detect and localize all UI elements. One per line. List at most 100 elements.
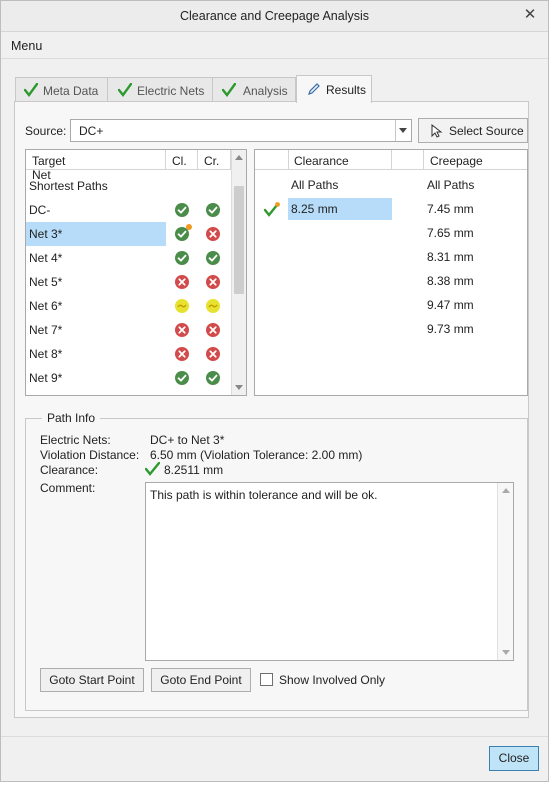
goto-end-point-button[interactable]: Goto End Point: [151, 668, 251, 692]
check-icon: [24, 83, 38, 97]
electric-nets-value: DC+ to Net 3*: [150, 433, 225, 447]
ok-status-marked-icon: [175, 224, 192, 241]
show-involved-checkbox[interactable]: [260, 673, 273, 686]
clearance-cell: [288, 318, 392, 340]
source-label: Source:: [25, 124, 67, 138]
clearance-cell: 8.25 mm: [288, 198, 392, 220]
title-bar[interactable]: Clearance and Creepage Analysis ✕: [1, 1, 548, 32]
menu-button[interactable]: Menu: [11, 39, 42, 53]
table-row[interactable]: Net 3*: [26, 222, 231, 246]
clearance-cell: [288, 294, 392, 316]
clearance-value: 8.2511 mm: [164, 463, 224, 477]
scroll-down-icon[interactable]: [235, 385, 243, 390]
fail-status-icon: [175, 347, 189, 361]
header-label: Clearance: [294, 154, 349, 168]
target-net-name: DC-: [29, 203, 51, 217]
fail-status-icon: [206, 227, 220, 241]
table-row[interactable]: Net 9*: [26, 366, 231, 390]
column-divider: [423, 150, 424, 170]
show-involved-label[interactable]: Show Involved Only: [279, 673, 385, 687]
table-row[interactable]: 7.65 mm: [255, 222, 527, 246]
chevron-down-icon[interactable]: [395, 120, 411, 141]
marker-dot-icon: [186, 224, 192, 230]
scroll-up-icon[interactable]: [235, 155, 243, 160]
tab-label: Electric Nets: [137, 84, 205, 98]
vertical-scrollbar[interactable]: [231, 150, 246, 395]
fail-status-icon: [175, 323, 189, 337]
clearance-cell: All Paths: [291, 178, 339, 192]
tab-label: Analysis: [243, 84, 288, 98]
fail-status-icon: [206, 323, 220, 337]
column-divider: [165, 150, 166, 170]
table-row[interactable]: 8.31 mm: [255, 246, 527, 270]
window-title: Clearance and Creepage Analysis: [179, 9, 369, 23]
table-row[interactable]: All Paths All Paths: [255, 174, 527, 198]
close-button[interactable]: Close: [489, 746, 539, 771]
tab-label: Results: [326, 83, 367, 97]
clearance-cell: [288, 222, 392, 244]
target-net-name: Net 5*: [29, 275, 63, 289]
target-net-name: Net 8*: [29, 347, 63, 361]
target-net-table: Target Net Cl. Cr. Shortest Paths DC- Net …: [25, 149, 247, 396]
target-net-name: Net 7*: [29, 323, 63, 337]
table-row[interactable]: 8.38 mm: [255, 270, 527, 294]
check-icon: [118, 83, 132, 97]
table-row[interactable]: Shortest Paths: [26, 174, 231, 198]
ok-status-icon: [175, 395, 189, 396]
check-marked-icon: [264, 202, 280, 217]
source-value: DC+: [79, 124, 104, 138]
table-row[interactable]: 8.25 mm 7.45 mm: [255, 198, 527, 222]
scroll-thumb[interactable]: [234, 186, 244, 294]
comment-scrollbar[interactable]: [497, 483, 513, 660]
fail-status-icon: [206, 275, 220, 289]
creepage-cell: All Paths: [427, 178, 475, 192]
tab-label: Meta Data: [43, 84, 99, 98]
column-divider: [288, 150, 289, 170]
results-panel: Source: DC+ Select Source Target Net Cl.…: [14, 101, 529, 718]
group-title: Path Info: [42, 411, 101, 425]
tab-results[interactable]: Results: [296, 75, 372, 103]
table-row[interactable]: Net 5*: [26, 270, 231, 294]
scroll-down-icon[interactable]: [502, 650, 510, 655]
comment-text[interactable]: This path is within tolerance and will b…: [150, 488, 377, 502]
target-net-name: Shortest Paths: [29, 179, 108, 193]
table-row[interactable]: 9.47 mm: [255, 294, 527, 318]
creepage-cell: 9.47 mm: [427, 298, 474, 312]
table-row[interactable]: DC-: [26, 198, 231, 222]
ok-status-icon: [206, 251, 220, 265]
table-row[interactable]: [26, 390, 231, 396]
violation-label: Violation Distance:: [40, 448, 140, 462]
select-source-label: Select Source: [449, 124, 524, 138]
target-net-name: Net 6*: [29, 299, 63, 313]
goto-start-point-button[interactable]: Goto Start Point: [40, 668, 144, 692]
ok-status-icon: [206, 371, 220, 385]
header-label: Creepage: [430, 154, 483, 168]
scroll-up-icon[interactable]: [502, 488, 510, 493]
ok-status-icon: [206, 203, 220, 217]
close-icon[interactable]: ✕: [521, 6, 539, 24]
select-source-button[interactable]: Select Source: [418, 118, 528, 143]
pencil-icon: [308, 83, 320, 95]
table-row[interactable]: Net 7*: [26, 318, 231, 342]
tab-electric-nets[interactable]: Electric Nets: [107, 77, 213, 102]
warning-status-icon: [206, 395, 220, 396]
table-row[interactable]: 9.73 mm: [255, 318, 527, 342]
comment-textarea[interactable]: This path is within tolerance and will b…: [145, 482, 514, 661]
table-row[interactable]: Net 4*: [26, 246, 231, 270]
tab-meta-data[interactable]: Meta Data: [15, 77, 108, 102]
ok-status-icon: [175, 203, 189, 217]
table-row[interactable]: Net 6*: [26, 294, 231, 318]
fail-status-icon: [206, 347, 220, 361]
footer-divider: [1, 736, 548, 737]
check-icon: [145, 462, 160, 476]
tab-analysis[interactable]: Analysis: [212, 77, 296, 102]
table-row[interactable]: Net 8*: [26, 342, 231, 366]
creepage-cell: 7.45 mm: [427, 202, 474, 216]
warning-status-icon: [175, 299, 189, 313]
clearance-cell: [288, 246, 392, 268]
path-info-group: Path Info Electric Nets: DC+ to Net 3* V…: [25, 411, 528, 711]
comment-label: Comment:: [40, 481, 96, 495]
cursor-icon: [431, 124, 443, 138]
source-combobox[interactable]: DC+: [70, 119, 412, 142]
clearance-label: Clearance:: [40, 463, 99, 477]
